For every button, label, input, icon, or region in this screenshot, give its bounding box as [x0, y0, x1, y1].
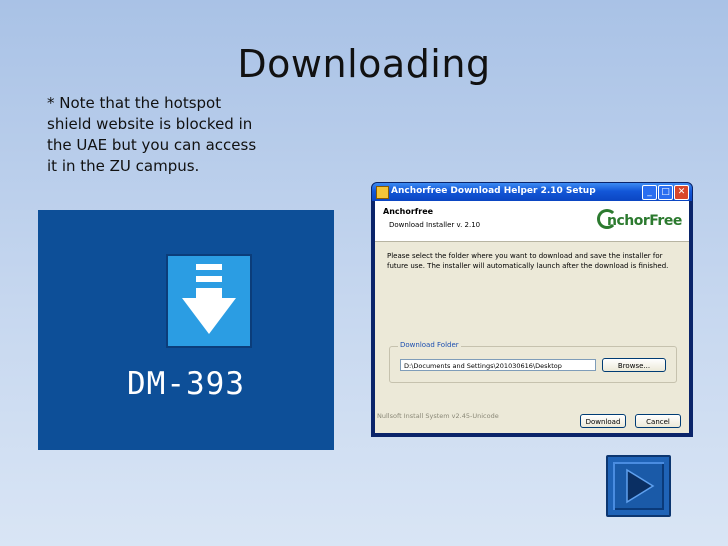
installer-window: Anchorfree Download Helper 2.10 Setup _ …: [371, 182, 693, 437]
installer-header: Anchorfree Download Installer v. 2.10 nc…: [375, 201, 689, 242]
browse-button[interactable]: Browse...: [602, 358, 666, 372]
cancel-button[interactable]: Cancel: [635, 414, 681, 428]
installer-app-icon: [376, 186, 389, 199]
window-client: Anchorfree Download Installer v. 2.10 nc…: [375, 201, 689, 433]
group-label: Download Folder: [398, 341, 461, 349]
title-bar[interactable]: Anchorfree Download Helper 2.10 Setup _ …: [372, 183, 692, 201]
play-next-icon: [626, 468, 655, 504]
anchorfree-logo: nchorFree: [597, 209, 685, 233]
logo-text: nchorFree: [607, 213, 682, 229]
note-text: * Note that the hotspot shield website i…: [47, 94, 257, 175]
slide-title: Downloading: [237, 42, 491, 86]
download-button[interactable]: Download: [580, 414, 626, 428]
next-slide-button[interactable]: [606, 455, 671, 517]
minimize-button[interactable]: _: [642, 185, 657, 200]
download-arrow-icon: [166, 254, 252, 348]
window-title: Anchorfree Download Helper 2.10 Setup: [391, 186, 596, 196]
maximize-button[interactable]: □: [658, 185, 673, 200]
branding: Nullsoft Install System v2.45-Unicode: [377, 412, 677, 420]
instructions-text: Please select the folder where you want …: [387, 252, 669, 270]
branding-text: Nullsoft Install System v2.45-Unicode: [377, 412, 502, 420]
header-title: Anchorfree: [383, 207, 434, 216]
header-subtitle: Download Installer v. 2.10: [389, 221, 481, 229]
dm-tile[interactable]: DM-393: [38, 210, 334, 450]
dm-label: DM-393: [127, 366, 245, 402]
next-button-face: [613, 462, 664, 510]
download-folder-group: Download Folder D:\Documents and Setting…: [389, 341, 677, 383]
folder-path-input[interactable]: D:\Documents and Settings\201030616\Desk…: [400, 359, 596, 371]
close-button[interactable]: ✕: [674, 185, 689, 200]
